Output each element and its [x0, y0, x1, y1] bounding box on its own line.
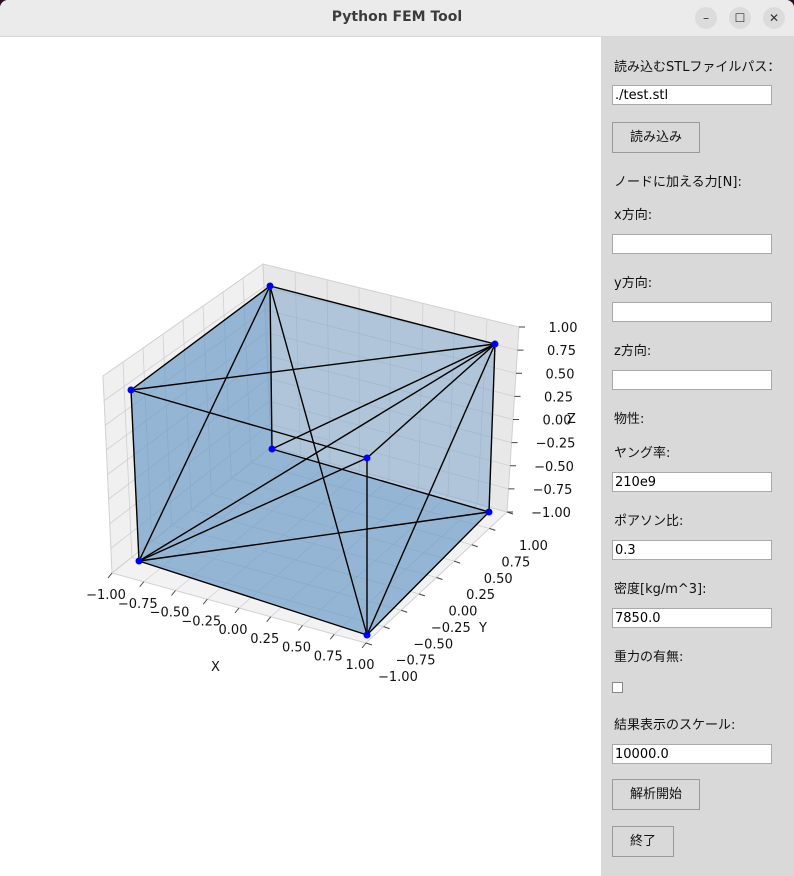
node-point[interactable] [268, 445, 276, 453]
fy-input[interactable] [612, 302, 772, 322]
plot-canvas[interactable]: −1.00 −0.75 −0.50 −0.25 0.00 0.25 0.50 0.75 1.00… [0, 37, 601, 876]
z-tick-label: −1.00 [531, 506, 571, 521]
young-label: ヤング率: [614, 446, 671, 461]
minimize-button[interactable]: – [695, 7, 717, 29]
z-axis-label: Z [567, 412, 576, 427]
maximize-button[interactable]: ☐ [729, 7, 751, 29]
force-label: ノードに加える力[N]: [614, 175, 742, 190]
settings-panel: 読み込むSTLファイルパス： ./test.stl 読み込み ノードに加える力[… [601, 37, 794, 876]
x-tick-label: 0.00 [219, 623, 248, 638]
density-input[interactable]: 7850.0 [612, 608, 772, 628]
fx-label: x方向: [614, 208, 653, 223]
y-tick-label: −0.25 [431, 621, 471, 636]
node-point[interactable] [266, 282, 274, 290]
scale-input[interactable]: 10000.0 [612, 744, 772, 764]
quit-button[interactable]: 終了 [612, 826, 674, 857]
node-point[interactable] [491, 340, 499, 348]
z-tick-label: 0.50 [546, 367, 575, 382]
y-tick-label: 0.75 [501, 555, 530, 570]
node-point[interactable] [363, 631, 371, 639]
y-axis-label: Y [478, 621, 487, 636]
y-tick-label: 0.50 [484, 572, 513, 587]
z-tick-label: 0.25 [544, 390, 573, 405]
stl-path-label: 読み込むSTLファイルパス： [614, 60, 781, 75]
app-window: Python FEM Tool – ☐ ✕ −1.00 −0.75 −0.50 … [0, 0, 794, 876]
y-tick-label: −0.50 [413, 637, 453, 652]
y-tick-label: 0.25 [466, 588, 495, 603]
window-title: Python FEM Tool [331, 9, 463, 25]
z-tick-label: −0.50 [534, 460, 574, 475]
fz-input[interactable] [612, 370, 772, 390]
z-tick-label: 0.75 [547, 344, 576, 359]
plot-3d[interactable]: −1.00−0.75−0.50−0.250.000.250.500.751.00… [0, 37, 601, 876]
poisson-ratio-input[interactable]: 0.3 [612, 540, 772, 560]
node-point[interactable] [135, 557, 143, 565]
y-tick-label: 0.00 [449, 605, 478, 620]
x-tick-label: 0.50 [282, 641, 311, 656]
y-tick-label: −0.75 [396, 654, 436, 669]
fy-label: y方向: [614, 276, 653, 291]
fx-input[interactable] [612, 234, 772, 254]
y-tick-label: 1.00 [519, 539, 548, 554]
z-tick-label: 1.00 [549, 321, 578, 336]
node-point[interactable] [127, 386, 135, 394]
load-button[interactable]: 読み込み [612, 122, 700, 153]
node-point[interactable] [485, 508, 493, 516]
scale-label: 結果表示のスケール: [614, 718, 736, 733]
start-analysis-button[interactable]: 解析開始 [612, 779, 700, 810]
material-label: 物性: [614, 412, 645, 427]
gravity-label: 重力の有無: [614, 650, 684, 665]
close-button[interactable]: ✕ [763, 7, 785, 29]
x-tick-label: 0.75 [314, 649, 343, 664]
x-tick-label: −0.25 [181, 614, 221, 629]
x-tick-label: 0.25 [250, 632, 279, 647]
z-tick-label: −0.25 [536, 437, 576, 452]
stl-path-input[interactable]: ./test.stl [612, 85, 772, 105]
young-modulus-input[interactable]: 210e9 [612, 472, 772, 492]
node-point[interactable] [363, 454, 371, 462]
title-bar: Python FEM Tool – ☐ ✕ [0, 0, 794, 37]
z-tick-label: −0.75 [533, 483, 573, 498]
fz-label: z方向: [614, 344, 652, 359]
gravity-checkbox[interactable] [612, 682, 623, 693]
poisson-label: ポアソン比: [614, 514, 684, 529]
density-label: 密度[kg/m^3]: [614, 582, 707, 597]
y-tick-label: −1.00 [378, 670, 418, 685]
x-axis-label: X [211, 660, 220, 675]
x-tick-label: 1.00 [346, 658, 375, 673]
